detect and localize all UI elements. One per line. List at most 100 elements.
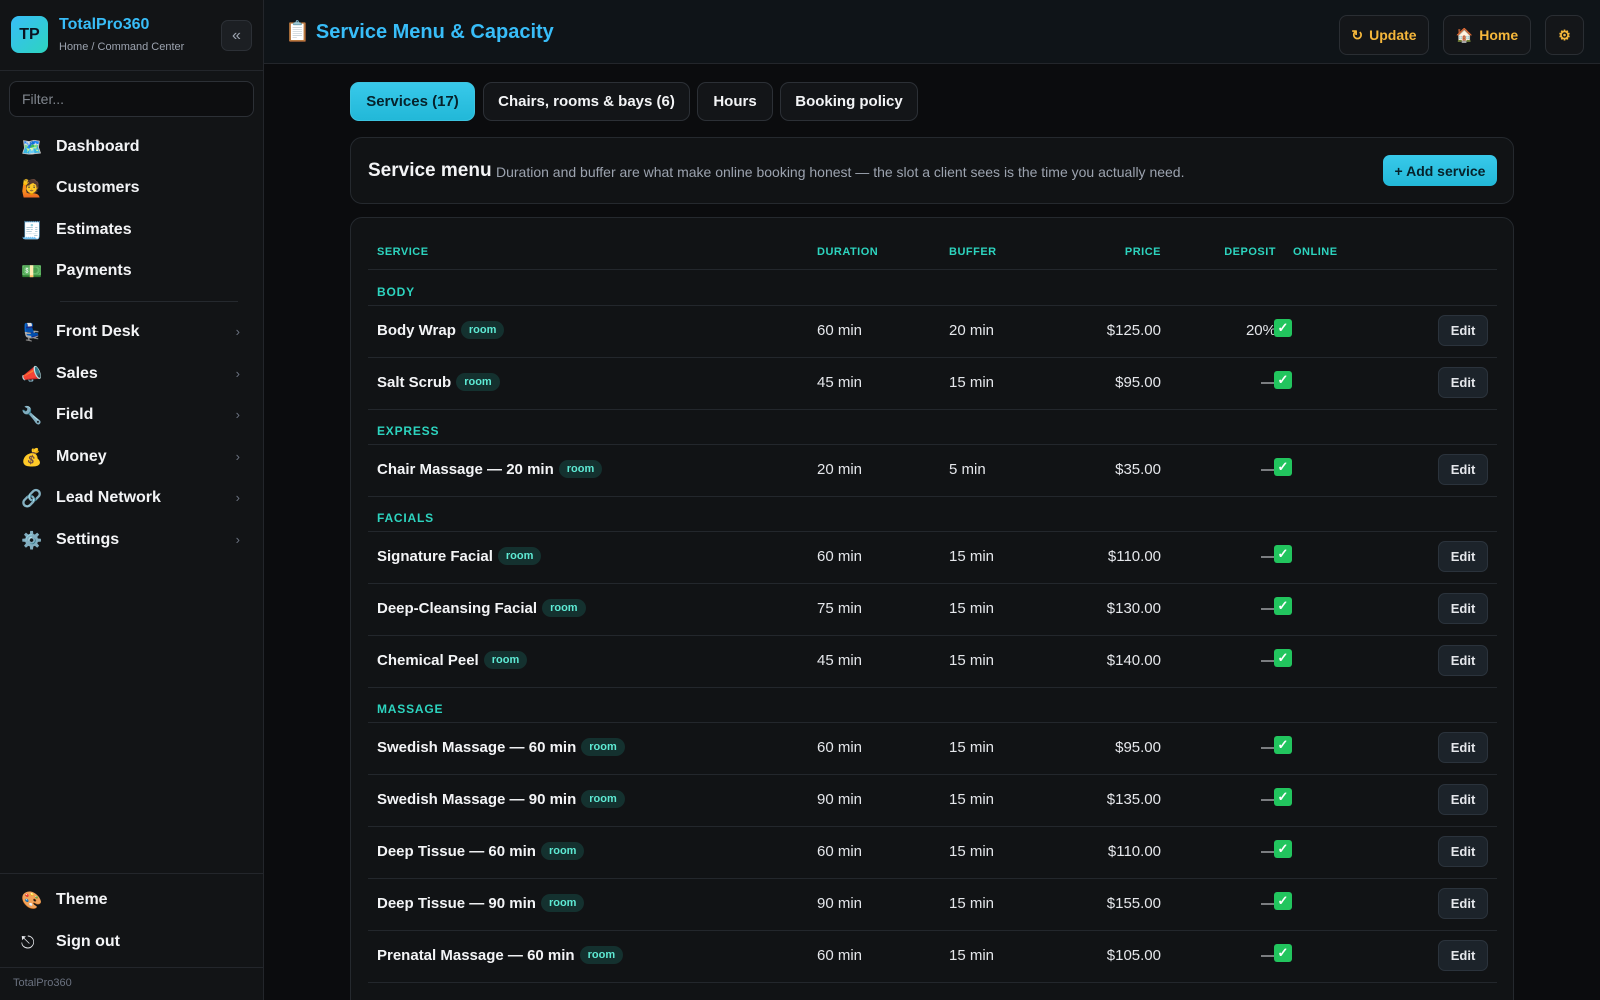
resource-tag: room xyxy=(579,946,624,964)
sidebar-item-estimates[interactable]: 🧾 Estimates xyxy=(10,211,254,249)
deposit-cell: — xyxy=(1261,895,1276,912)
online-check-icon: ✓ xyxy=(1274,458,1292,476)
page-title-text: Service Menu & Capacity xyxy=(315,21,554,43)
tab-booking-policy[interactable]: Booking policy xyxy=(780,82,918,121)
edit-button[interactable]: Edit xyxy=(1438,315,1488,346)
online-check-icon: ✓ xyxy=(1274,892,1292,910)
service-name: Salt Scrub room xyxy=(377,373,500,391)
price-cell: $110.00 xyxy=(1107,548,1161,565)
service-name-text: Deep-Cleansing Facial xyxy=(377,599,538,617)
sidebar-item-field[interactable]: 🔧 Field › xyxy=(10,396,254,434)
duration-cell: 60 min xyxy=(817,548,863,565)
edit-button[interactable]: Edit xyxy=(1438,541,1488,572)
theme-button[interactable]: 🎨 Theme xyxy=(10,881,254,919)
buffer-cell: 15 min xyxy=(949,947,995,964)
table-row: Deep Tissue — 90 min room 90 min 15 min $155… xyxy=(368,878,1497,930)
tab-chairs-rooms-bays[interactable]: Chairs, rooms & bays (6) xyxy=(483,82,690,121)
update-button[interactable]: ↻ Update xyxy=(1339,15,1429,55)
duration-cell: 45 min xyxy=(817,374,863,391)
map-icon: 🗺️ xyxy=(21,137,43,157)
edit-button[interactable]: Edit xyxy=(1438,454,1488,485)
service-name: Chair Massage — 20 min room xyxy=(377,460,603,478)
update-label: Update xyxy=(1369,27,1417,43)
service-name: Signature Facial room xyxy=(377,547,542,565)
deposit-cell: — xyxy=(1261,548,1276,565)
service-name: Chemical Peel room xyxy=(377,651,528,669)
brand-header: TP TotalPro360 Home / Command Center « xyxy=(0,0,263,71)
online-check-icon: ✓ xyxy=(1274,319,1292,337)
edit-button[interactable]: Edit xyxy=(1438,732,1488,763)
sidebar-footer: TotalPro360 xyxy=(13,977,72,989)
refresh-icon: ↻ xyxy=(1351,26,1364,43)
service-name: Deep Tissue — 60 min room xyxy=(377,842,585,860)
receipt-icon: 🧾 xyxy=(21,220,43,240)
edit-button[interactable]: Edit xyxy=(1438,836,1488,867)
settings-button[interactable]: ⚙ xyxy=(1545,15,1584,55)
duration-cell: 20 min xyxy=(817,461,863,478)
cash-icon: 💵 xyxy=(21,261,43,281)
row-divider xyxy=(368,687,1497,688)
column-header-price: PRICE xyxy=(1124,246,1161,258)
buffer-cell: 20 min xyxy=(949,322,995,339)
edit-button[interactable]: Edit xyxy=(1438,593,1488,624)
app-logo[interactable]: TP xyxy=(11,16,48,53)
row-divider xyxy=(368,409,1497,410)
home-icon: 🏠 xyxy=(1455,26,1474,43)
page-title: 📋 Service Menu & Capacity xyxy=(285,19,554,44)
collapse-sidebar-button[interactable]: « xyxy=(221,20,252,51)
price-cell: $135.00 xyxy=(1106,791,1161,808)
column-header-buffer: BUFFER xyxy=(949,246,997,258)
sidebar-item-lead-network[interactable]: 🔗 Lead Network › xyxy=(10,479,254,517)
sidebar-item-label: Settings xyxy=(56,531,120,548)
wrench-icon: 🔧 xyxy=(21,405,43,425)
service-name: Swedish Massage — 60 min room xyxy=(377,738,625,756)
duration-cell: 90 min xyxy=(817,895,863,912)
sidebar-item-sales[interactable]: 📣 Sales › xyxy=(10,355,254,393)
seat-icon: 💺 xyxy=(21,322,43,342)
column-header-online: ONLINE xyxy=(1293,246,1338,258)
sidebar-item-front-desk[interactable]: 💺 Front Desk › xyxy=(10,313,254,351)
sidebar-item-label: Money xyxy=(56,448,107,465)
edit-button[interactable]: Edit xyxy=(1438,367,1488,398)
home-button[interactable]: 🏠 Home xyxy=(1443,15,1531,55)
buffer-cell: 5 min xyxy=(949,461,986,478)
tab-services[interactable]: Services (17) xyxy=(350,82,475,121)
resource-tag: room xyxy=(540,842,585,860)
money-bag-icon: 💰 xyxy=(21,447,43,467)
sidebar-item-settings[interactable]: ⚙️ Settings › xyxy=(10,521,254,559)
resource-tag: room xyxy=(540,894,585,912)
sign-out-button[interactable]: ⎋ Sign out xyxy=(10,923,254,961)
buffer-cell: 15 min xyxy=(949,739,995,756)
sidebar-item-label: Sign out xyxy=(56,933,120,950)
sidebar-item-payments[interactable]: 💵 Payments xyxy=(10,252,254,290)
sidebar-item-money[interactable]: 💰 Money › xyxy=(10,438,254,476)
duration-cell: 75 min xyxy=(817,600,863,617)
sidebar-item-label: Estimates xyxy=(56,221,132,238)
sidebar-filter-input[interactable] xyxy=(9,81,254,117)
sidebar-item-dashboard[interactable]: 🗺️ Dashboard xyxy=(10,128,254,166)
chevron-right-icon: › xyxy=(235,532,240,547)
deposit-cell: 20% xyxy=(1245,322,1276,339)
sidebar-item-label: Payments xyxy=(56,262,132,279)
buffer-cell: 15 min xyxy=(949,843,995,860)
sidebar-item-customers[interactable]: 🙋 Customers xyxy=(10,169,254,207)
add-service-button[interactable]: + Add service xyxy=(1383,155,1497,186)
chevron-right-icon: › xyxy=(235,366,240,381)
row-divider xyxy=(368,496,1497,497)
edit-button[interactable]: Edit xyxy=(1438,784,1488,815)
service-menu-title: Service menu xyxy=(368,160,492,181)
buffer-cell: 15 min xyxy=(949,895,995,912)
buffer-cell: 15 min xyxy=(949,374,995,391)
edit-button[interactable]: Edit xyxy=(1438,940,1488,971)
service-name-text: Body Wrap xyxy=(377,321,456,339)
service-menu-description: Duration and buffer are what make online… xyxy=(496,164,1185,180)
deposit-cell: — xyxy=(1261,461,1276,478)
edit-button[interactable]: Edit xyxy=(1438,888,1488,919)
tab-hours[interactable]: Hours xyxy=(697,82,773,121)
table-row: Swedish Massage — 90 min room 90 min 15 min… xyxy=(368,774,1497,826)
category-label: MASSAGE xyxy=(377,702,444,716)
sidebar: TP TotalPro360 Home / Command Center « 🗺… xyxy=(0,0,264,1000)
price-cell: $105.00 xyxy=(1106,947,1161,964)
edit-button[interactable]: Edit xyxy=(1438,645,1488,676)
table-row: Swedish Massage — 60 min room 60 min 15 min… xyxy=(368,722,1497,774)
